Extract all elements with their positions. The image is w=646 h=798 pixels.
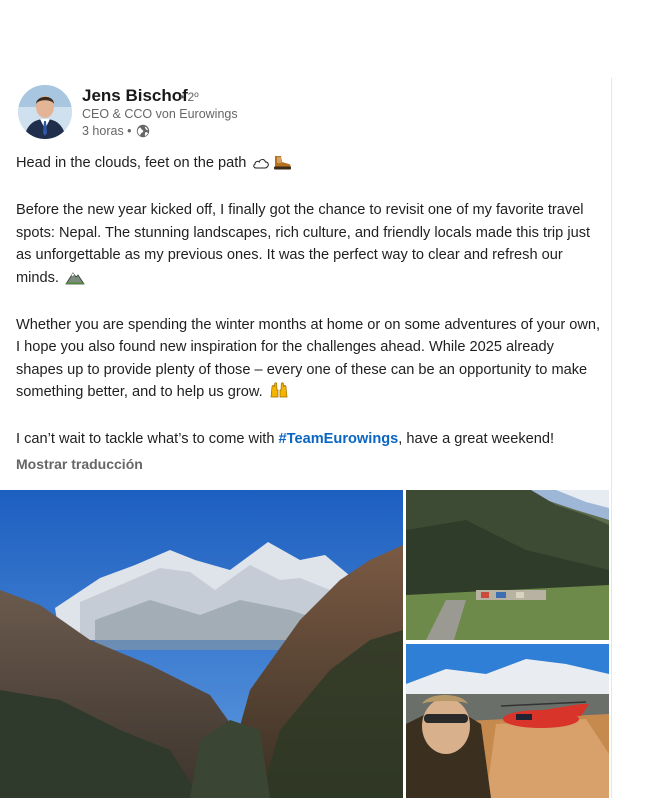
raised-hands-emoji <box>269 381 289 407</box>
helicopter-selfie-photo[interactable] <box>406 644 609 798</box>
paragraph-2-text: Before the new year kicked off, I finall… <box>16 202 591 286</box>
lukla-airstrip-photo[interactable] <box>406 490 609 640</box>
author-avatar[interactable] <box>18 85 72 139</box>
post-card: Jens Bischof • 2º CEO & CCO von Eurowing… <box>0 78 612 798</box>
hiking-boot-emoji <box>272 154 292 178</box>
paragraph-4: I can’t wait to tackle what’s to come wi… <box>16 428 601 451</box>
mountain-emoji <box>65 270 85 293</box>
connection-degree: • 2º <box>180 90 199 104</box>
paragraph-3: Whether you are spending the winter mont… <box>16 314 601 407</box>
cloud-emoji <box>252 155 270 178</box>
author-headline: CEO & CCO von Eurowings <box>82 107 238 121</box>
post-body: Head in the clouds, feet on the path Bef… <box>16 152 601 451</box>
hashtag-team-eurowings[interactable]: #TeamEurowings <box>279 431 399 447</box>
paragraph-1-text: Head in the clouds, feet on the path <box>16 155 247 171</box>
paragraph-4-after: , have a great weekend! <box>398 431 555 447</box>
paragraph-4-before: I can’t wait to tackle what’s to come wi… <box>16 431 279 447</box>
paragraph-1: Head in the clouds, feet on the path <box>16 152 601 178</box>
paragraph-2: Before the new year kicked off, I finall… <box>16 199 601 292</box>
paragraph-3-text: Whether you are spending the winter mont… <box>16 316 601 401</box>
author-name[interactable]: Jens Bischof <box>82 86 188 106</box>
post-media-grid <box>0 490 611 798</box>
post-header: Jens Bischof • 2º CEO & CCO von Eurowing… <box>0 78 611 146</box>
post-time: 3 horas • <box>82 124 132 138</box>
mountain-everest-photo[interactable] <box>0 490 403 798</box>
show-translation-button[interactable]: Mostrar traducción <box>16 456 143 472</box>
globe-icon <box>136 124 150 138</box>
post-meta: 3 horas • <box>82 124 150 138</box>
